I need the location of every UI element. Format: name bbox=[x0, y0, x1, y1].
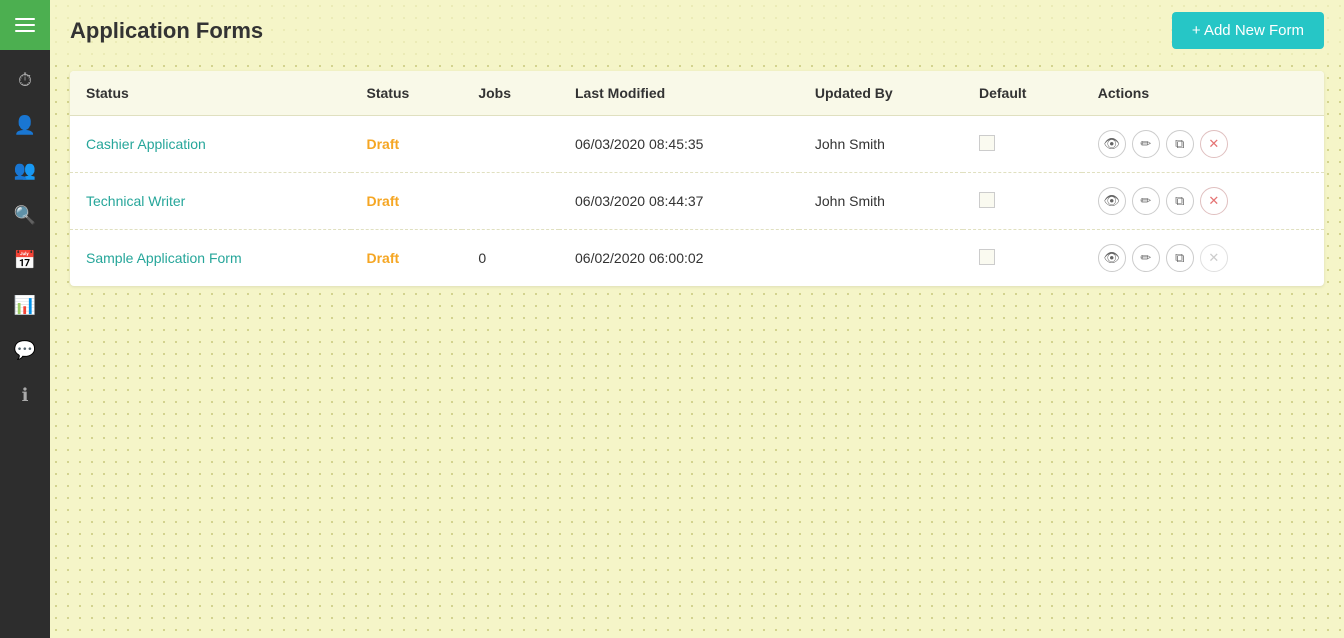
main-content: Application Forms + Add New Form Status … bbox=[50, 0, 1344, 638]
forms-table: Status Status Jobs Last Modified Updated… bbox=[70, 71, 1324, 286]
form-name-cell: Technical Writer bbox=[70, 173, 351, 230]
col-header-status: Status bbox=[351, 71, 463, 116]
table-row: Sample Application Form Draft 0 06/02/20… bbox=[70, 230, 1324, 287]
header: Application Forms + Add New Form bbox=[50, 0, 1344, 61]
sidebar: ⏱ 👤 👥 🔍 📅 📊 💬 ℹ bbox=[0, 0, 50, 638]
form-updated-by-cell: John Smith bbox=[799, 116, 963, 173]
form-name-link[interactable]: Sample Application Form bbox=[86, 250, 242, 266]
calendar-icon[interactable]: 📅 bbox=[5, 240, 45, 280]
status-badge: Draft bbox=[367, 250, 400, 266]
form-last-modified-cell: 06/02/2020 06:00:02 bbox=[559, 230, 799, 287]
form-status-cell: Draft bbox=[351, 173, 463, 230]
edit-button[interactable]: ✏ bbox=[1132, 244, 1160, 272]
status-badge: Draft bbox=[367, 136, 400, 152]
col-header-jobs: Jobs bbox=[462, 71, 559, 116]
user-icon[interactable]: 👤 bbox=[5, 105, 45, 145]
form-actions-cell: 👁 ✏ ⧉ ✕ bbox=[1082, 173, 1324, 230]
form-default-cell bbox=[963, 116, 1082, 173]
copy-button[interactable]: ⧉ bbox=[1166, 130, 1194, 158]
form-last-modified-cell: 06/03/2020 08:44:37 bbox=[559, 173, 799, 230]
search-icon[interactable]: 🔍 bbox=[5, 195, 45, 235]
default-checkbox[interactable] bbox=[979, 135, 995, 151]
table-row: Cashier Application Draft 06/03/2020 08:… bbox=[70, 116, 1324, 173]
form-default-cell bbox=[963, 230, 1082, 287]
col-header-default: Default bbox=[963, 71, 1082, 116]
copy-button[interactable]: ⧉ bbox=[1166, 244, 1194, 272]
form-name-link[interactable]: Technical Writer bbox=[86, 193, 185, 209]
copy-button[interactable]: ⧉ bbox=[1166, 187, 1194, 215]
view-button[interactable]: 👁 bbox=[1098, 187, 1126, 215]
form-status-cell: Draft bbox=[351, 116, 463, 173]
col-header-last-modified: Last Modified bbox=[559, 71, 799, 116]
form-jobs-cell bbox=[462, 116, 559, 173]
delete-button[interactable]: ✕ bbox=[1200, 130, 1228, 158]
form-jobs-cell: 0 bbox=[462, 230, 559, 287]
chart-icon[interactable]: 📊 bbox=[5, 285, 45, 325]
page-title: Application Forms bbox=[70, 18, 263, 44]
form-name-link[interactable]: Cashier Application bbox=[86, 136, 206, 152]
col-header-name: Status bbox=[70, 71, 351, 116]
default-checkbox[interactable] bbox=[979, 249, 995, 265]
form-jobs-cell bbox=[462, 173, 559, 230]
form-actions-cell: 👁 ✏ ⧉ ✕ bbox=[1082, 116, 1324, 173]
form-name-cell: Cashier Application bbox=[70, 116, 351, 173]
form-updated-by-cell: John Smith bbox=[799, 173, 963, 230]
table-header-row: Status Status Jobs Last Modified Updated… bbox=[70, 71, 1324, 116]
form-name-cell: Sample Application Form bbox=[70, 230, 351, 287]
view-button[interactable]: 👁 bbox=[1098, 130, 1126, 158]
chat-icon[interactable]: 💬 bbox=[5, 330, 45, 370]
forms-table-container: Status Status Jobs Last Modified Updated… bbox=[70, 71, 1324, 286]
status-badge: Draft bbox=[367, 193, 400, 209]
table-row: Technical Writer Draft 06/03/2020 08:44:… bbox=[70, 173, 1324, 230]
form-updated-by-cell bbox=[799, 230, 963, 287]
col-header-updated-by: Updated By bbox=[799, 71, 963, 116]
form-default-cell bbox=[963, 173, 1082, 230]
view-button[interactable]: 👁 bbox=[1098, 244, 1126, 272]
add-new-form-button[interactable]: + Add New Form bbox=[1172, 12, 1324, 49]
form-actions-cell: 👁 ✏ ⧉ ✕ bbox=[1082, 230, 1324, 287]
edit-button[interactable]: ✏ bbox=[1132, 187, 1160, 215]
default-checkbox[interactable] bbox=[979, 192, 995, 208]
form-last-modified-cell: 06/03/2020 08:45:35 bbox=[559, 116, 799, 173]
delete-button[interactable]: ✕ bbox=[1200, 187, 1228, 215]
info-icon[interactable]: ℹ bbox=[5, 375, 45, 415]
edit-button[interactable]: ✏ bbox=[1132, 130, 1160, 158]
form-status-cell: Draft bbox=[351, 230, 463, 287]
col-header-actions: Actions bbox=[1082, 71, 1324, 116]
sidebar-toggle[interactable] bbox=[0, 0, 50, 50]
clock-icon[interactable]: ⏱ bbox=[5, 60, 45, 100]
group-icon[interactable]: 👥 bbox=[5, 150, 45, 190]
delete-button: ✕ bbox=[1200, 244, 1228, 272]
